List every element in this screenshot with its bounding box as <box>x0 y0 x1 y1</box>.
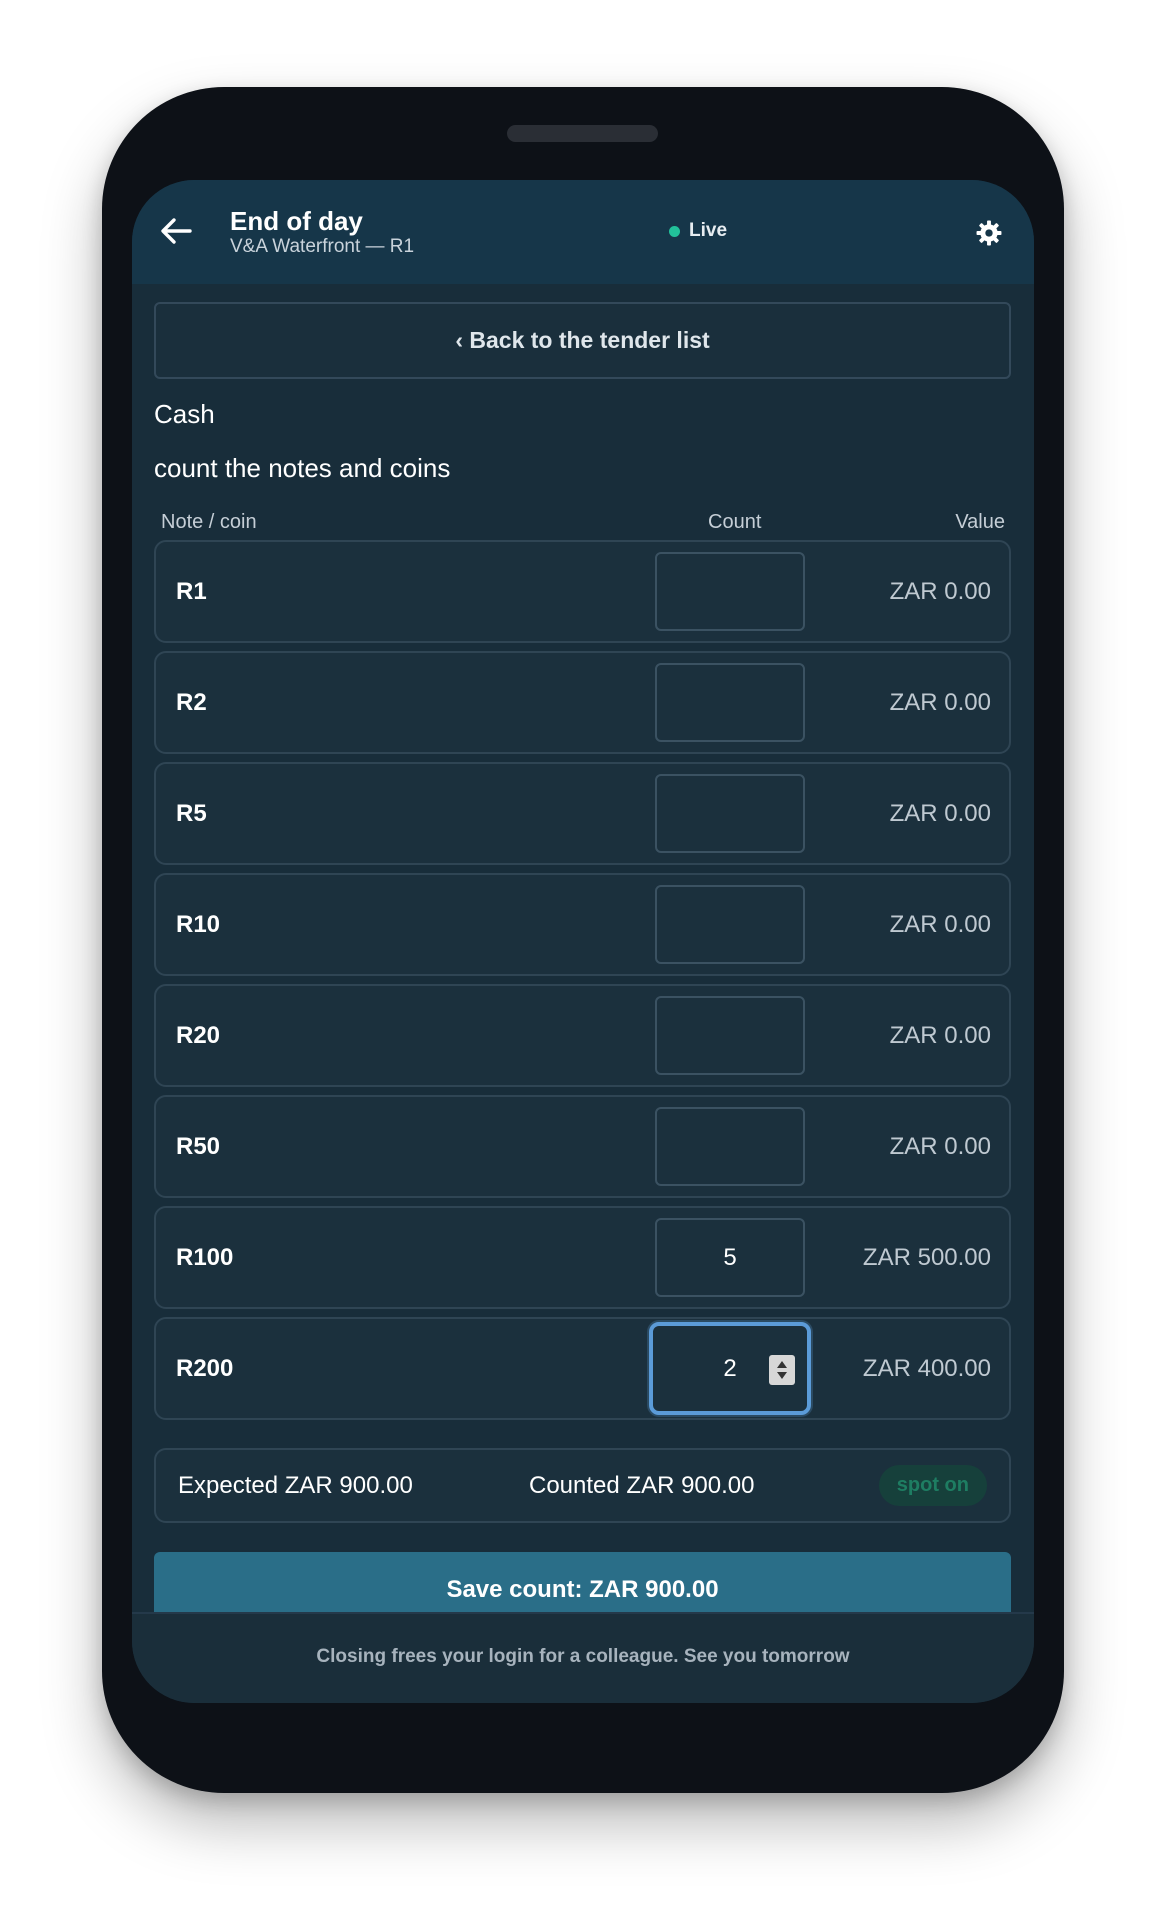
page-title: End of day <box>230 206 363 236</box>
count-input[interactable] <box>655 774 805 853</box>
status-dot-icon <box>669 225 680 237</box>
counted-total: Counted ZAR 900.00 <box>529 1472 755 1499</box>
denomination-row: R5 ZAR 0.00 <box>154 762 1011 865</box>
row-value: ZAR 500.00 <box>862 1244 991 1271</box>
denomination-row: R50 ZAR 0.00 <box>154 1095 1011 1198</box>
count-summary: Expected ZAR 900.00 Counted ZAR 900.00 s… <box>154 1448 1011 1523</box>
spinner-down-icon[interactable] <box>777 1372 787 1379</box>
live-status-label: Live <box>689 220 728 241</box>
column-header-denomination: Note / coin <box>161 511 257 533</box>
count-input-value: 2 <box>723 1354 737 1382</box>
spinner-up-icon[interactable] <box>777 1361 787 1368</box>
denomination-row: R1 ZAR 0.00 <box>154 540 1011 643</box>
number-spinner-icon[interactable] <box>769 1355 795 1385</box>
row-value: ZAR 0.00 <box>889 911 991 938</box>
column-header-value: Value <box>955 511 1005 533</box>
app-header: End of day V&A Waterfront — R1 Live <box>132 180 1034 284</box>
count-input[interactable] <box>655 663 805 742</box>
tender-title: Cash <box>154 399 215 429</box>
count-input-focused[interactable]: 2 <box>649 1322 811 1415</box>
tender-instruction: count the notes and coins <box>154 453 451 483</box>
denomination-label: R50 <box>176 1133 221 1160</box>
row-value: ZAR 0.00 <box>889 1022 991 1049</box>
row-value: ZAR 0.00 <box>889 689 991 716</box>
denomination-row: R10 ZAR 0.00 <box>154 873 1011 976</box>
denomination-row: R20 ZAR 0.00 <box>154 984 1011 1087</box>
denomination-label: R10 <box>176 911 221 938</box>
expected-total: Expected ZAR 900.00 <box>178 1472 413 1499</box>
count-input[interactable] <box>655 885 805 964</box>
row-value: ZAR 0.00 <box>889 578 991 605</box>
denomination-label: R20 <box>176 1022 221 1049</box>
gear-icon[interactable] <box>976 220 1002 246</box>
denomination-label: R5 <box>176 800 207 827</box>
denomination-label: R1 <box>176 578 207 605</box>
denomination-label: R200 <box>176 1355 234 1382</box>
row-value: ZAR 0.00 <box>889 800 991 827</box>
count-input[interactable]: 5 <box>655 1218 805 1297</box>
app-screen: End of day V&A Waterfront — R1 Live ‹ Ba… <box>132 180 1034 1703</box>
denomination-row: R100 5 ZAR 500.00 <box>154 1206 1011 1309</box>
arrow-left-icon[interactable] <box>158 213 194 249</box>
store-register-subtitle: V&A Waterfront — R1 <box>230 236 415 257</box>
phone-speaker <box>507 125 658 142</box>
row-value: ZAR 400.00 <box>862 1355 991 1382</box>
status-badge: spot on <box>878 1465 987 1506</box>
row-value: ZAR 0.00 <box>889 1133 991 1160</box>
denomination-label: R100 <box>176 1244 234 1271</box>
denomination-label: R2 <box>176 689 207 716</box>
live-status: Live <box>669 220 727 242</box>
count-input[interactable] <box>655 1107 805 1186</box>
footer-message: Closing frees your login for a colleague… <box>132 1612 1034 1703</box>
count-input[interactable] <box>655 996 805 1075</box>
denomination-row: R2 ZAR 0.00 <box>154 651 1011 754</box>
count-input[interactable] <box>655 552 805 631</box>
denomination-row: R200 2 ZAR 400.00 <box>154 1317 1011 1420</box>
column-header-count: Count <box>708 511 762 533</box>
back-to-tender-list-button[interactable]: ‹ Back to the tender list <box>154 302 1011 379</box>
